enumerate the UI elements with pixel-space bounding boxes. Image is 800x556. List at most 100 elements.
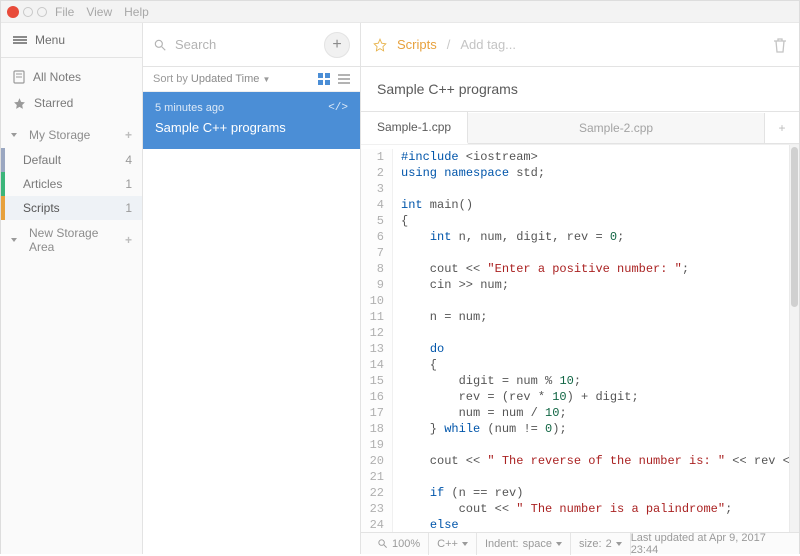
add-tab-button[interactable]: + bbox=[765, 113, 799, 143]
add-folder-button[interactable]: + bbox=[125, 128, 132, 142]
list-view-icon[interactable] bbox=[338, 73, 350, 85]
window-titlebar: File View Help bbox=[1, 1, 799, 23]
line-number: 7 bbox=[361, 245, 393, 261]
code-line[interactable]: n = num; bbox=[393, 309, 789, 325]
line-number: 5 bbox=[361, 213, 393, 229]
code-line[interactable]: cin >> num; bbox=[393, 277, 789, 293]
grid-view-icon[interactable] bbox=[318, 73, 330, 85]
line-number: 2 bbox=[361, 165, 393, 181]
trash-button[interactable] bbox=[773, 37, 787, 53]
code-line[interactable]: digit = num % 10; bbox=[393, 373, 789, 389]
window-minimize-icon[interactable] bbox=[23, 7, 33, 17]
code-line[interactable]: cout << " The reverse of the number is: … bbox=[393, 453, 789, 469]
sidebar-menu-button[interactable]: Menu bbox=[1, 23, 142, 58]
code-line[interactable] bbox=[393, 437, 789, 453]
folder-default[interactable]: Default 4 bbox=[1, 148, 142, 172]
line-number: 23 bbox=[361, 501, 393, 517]
note-card[interactable]: 5 minutes ago </> Sample C++ programs bbox=[143, 92, 360, 149]
zoom-control[interactable]: 100% bbox=[369, 533, 429, 555]
sidebar-item-starred[interactable]: Starred bbox=[1, 90, 142, 116]
sort-by-select[interactable]: Sort by Updated Time ▼ bbox=[153, 73, 270, 85]
code-line[interactable]: else bbox=[393, 517, 789, 532]
storage-header[interactable]: New Storage Area + bbox=[1, 220, 142, 260]
scrollbar-thumb[interactable] bbox=[791, 147, 798, 307]
sort-bar: Sort by Updated Time ▼ bbox=[143, 67, 360, 92]
code-line[interactable]: int n, num, digit, rev = 0; bbox=[393, 229, 789, 245]
sidebar: Menu All Notes Starred My Storage + Defa… bbox=[1, 23, 143, 554]
book-icon bbox=[13, 70, 25, 84]
code-line[interactable]: #include <iostream> bbox=[393, 149, 789, 165]
line-number: 1 bbox=[361, 149, 393, 165]
window-close-icon[interactable] bbox=[7, 6, 19, 18]
line-number: 4 bbox=[361, 197, 393, 213]
vertical-scrollbar[interactable] bbox=[789, 145, 799, 532]
plus-icon: + bbox=[332, 36, 341, 54]
code-line[interactable] bbox=[393, 469, 789, 485]
indent-mode-select[interactable]: Indent: space bbox=[477, 533, 571, 555]
code-line[interactable]: int main() bbox=[393, 197, 789, 213]
status-bar: 100% C++ Indent: space size: 2 Last upda… bbox=[361, 532, 799, 554]
line-number: 15 bbox=[361, 373, 393, 389]
code-line[interactable]: { bbox=[393, 357, 789, 373]
code-line[interactable]: rev = (rev * 10) + digit; bbox=[393, 389, 789, 405]
storage-header[interactable]: My Storage + bbox=[1, 122, 142, 148]
chevron-down-icon bbox=[11, 133, 17, 137]
language-select[interactable]: C++ bbox=[429, 533, 477, 555]
line-number: 6 bbox=[361, 229, 393, 245]
sidebar-item-label: Starred bbox=[34, 96, 73, 110]
code-editor[interactable]: 1#include <iostream>2using namespace std… bbox=[361, 144, 799, 532]
tab-sample-1[interactable]: Sample-1.cpp bbox=[361, 112, 468, 144]
folder-articles[interactable]: Articles1 bbox=[1, 172, 142, 196]
storage-my-storage: My Storage + Default4Articles1Scripts1 bbox=[1, 122, 142, 220]
menu-file[interactable]: File bbox=[55, 5, 74, 19]
note-list-top: Search + bbox=[143, 23, 360, 67]
code-line[interactable]: cout << " The number is a palindrome"; bbox=[393, 501, 789, 517]
folder-label: Scripts bbox=[23, 201, 60, 215]
code-line[interactable] bbox=[393, 181, 789, 197]
code-line[interactable]: } while (num != 0); bbox=[393, 421, 789, 437]
breadcrumb-separator: / bbox=[447, 37, 451, 52]
indent-size-select[interactable]: size: 2 bbox=[571, 533, 631, 555]
search-placeholder: Search bbox=[175, 37, 216, 52]
add-tag-input[interactable]: Add tag... bbox=[460, 37, 516, 52]
menu-help[interactable]: Help bbox=[124, 5, 149, 19]
code-line[interactable] bbox=[393, 325, 789, 341]
code-line[interactable]: { bbox=[393, 213, 789, 229]
search-input[interactable]: Search bbox=[153, 37, 216, 52]
chevron-down-icon bbox=[616, 542, 622, 546]
code-line[interactable]: cout << "Enter a positive number: "; bbox=[393, 261, 789, 277]
window-buttons bbox=[7, 6, 47, 18]
new-note-button[interactable]: + bbox=[324, 32, 350, 58]
editor-pane: Scripts / Add tag... Sample C++ programs… bbox=[361, 23, 799, 554]
sidebar-item-all-notes[interactable]: All Notes bbox=[1, 64, 142, 90]
breadcrumb: Scripts / Add tag... bbox=[373, 37, 516, 52]
last-updated: Last updated at Apr 9, 2017 23:44 bbox=[631, 532, 791, 556]
note-list-pane: Search + Sort by Updated Time ▼ 5 minute… bbox=[143, 23, 361, 554]
code-line[interactable]: do bbox=[393, 341, 789, 357]
folder-scripts[interactable]: Scripts1 bbox=[1, 196, 142, 220]
sidebar-top-section: All Notes Starred bbox=[1, 58, 142, 122]
breadcrumb-folder[interactable]: Scripts bbox=[397, 37, 437, 52]
chevron-down-icon bbox=[11, 238, 17, 242]
chevron-down-icon bbox=[462, 542, 468, 546]
folder-count: 4 bbox=[125, 153, 132, 167]
sidebar-item-label: All Notes bbox=[33, 70, 81, 84]
add-folder-button[interactable]: + bbox=[125, 233, 132, 247]
code-line[interactable]: num = num / 10; bbox=[393, 405, 789, 421]
code-line[interactable]: using namespace std; bbox=[393, 165, 789, 181]
menu-view[interactable]: View bbox=[86, 5, 112, 19]
window-maximize-icon[interactable] bbox=[37, 7, 47, 17]
search-icon bbox=[153, 38, 167, 52]
line-number: 16 bbox=[361, 389, 393, 405]
folder-label: Default bbox=[23, 153, 61, 167]
star-outline-icon[interactable] bbox=[373, 38, 387, 52]
code-line[interactable]: if (n == rev) bbox=[393, 485, 789, 501]
folder-count: 1 bbox=[125, 177, 132, 191]
code-line[interactable] bbox=[393, 293, 789, 309]
code-line[interactable] bbox=[393, 245, 789, 261]
indent-mode-value: space bbox=[523, 538, 552, 550]
tab-sample-2[interactable]: Sample-2.cpp bbox=[468, 113, 765, 143]
line-number: 19 bbox=[361, 437, 393, 453]
zoom-value: 100% bbox=[392, 538, 420, 550]
note-title-input[interactable]: Sample C++ programs bbox=[361, 67, 799, 112]
